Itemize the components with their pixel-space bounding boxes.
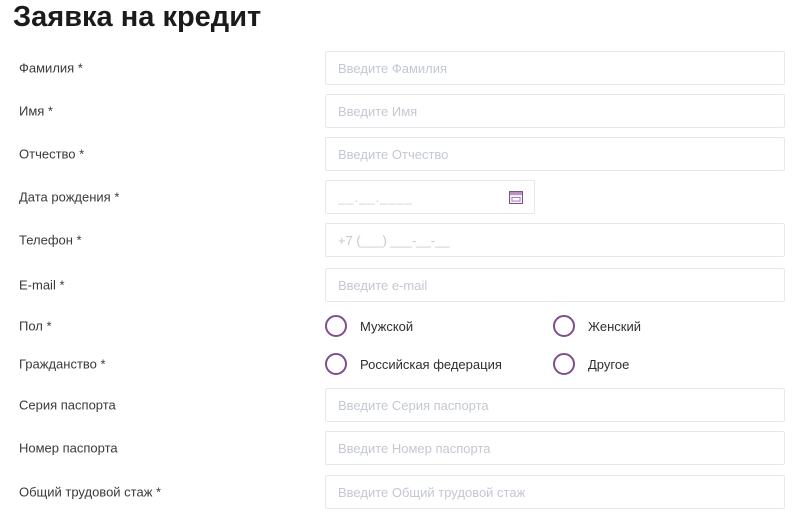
radio-unchecked-icon[interactable] — [553, 315, 575, 337]
passport-number-input[interactable] — [325, 431, 785, 465]
citizenship-russia-label: Российская федерация — [360, 356, 502, 372]
work-experience-input[interactable] — [325, 475, 785, 509]
surname-label: Фамилия * — [19, 60, 83, 76]
citizenship-label: Гражданство * — [19, 356, 106, 372]
patronymic-label: Отчество * — [19, 146, 85, 162]
radio-unchecked-icon[interactable] — [325, 315, 347, 337]
calendar-icon[interactable] — [509, 190, 523, 204]
gender-female-label: Женский — [588, 318, 641, 334]
gender-male-label: Мужской — [360, 318, 414, 334]
citizenship-russia-option[interactable]: Российская федерация — [325, 353, 502, 375]
passport-series-label: Серия паспорта — [19, 397, 116, 413]
radio-unchecked-icon[interactable] — [553, 353, 575, 375]
birthdate-label: Дата рождения * — [19, 189, 120, 205]
passport-series-input[interactable] — [325, 388, 785, 422]
form-row-citizenship: Гражданство * Российская федерация Друго… — [0, 353, 800, 375]
form-row-firstname: Имя * — [0, 94, 800, 128]
patronymic-input[interactable] — [325, 137, 785, 171]
citizenship-other-label: Другое — [588, 356, 630, 372]
firstname-input[interactable] — [325, 94, 785, 128]
phone-label: Телефон * — [19, 232, 82, 248]
passport-number-label: Номер паспорта — [19, 440, 118, 456]
credit-application-page: Заявка на кредит Фамилия * Имя * Отчеств… — [0, 0, 800, 514]
email-input[interactable] — [325, 268, 785, 302]
work-experience-label: Общий трудовой стаж * — [19, 484, 162, 500]
form-row-passport-number: Номер паспорта — [0, 431, 800, 465]
form-row-passport-series: Серия паспорта — [0, 388, 800, 422]
surname-input[interactable] — [325, 51, 785, 85]
form-row-phone: Телефон * — [0, 223, 800, 257]
form-row-email: E-mail * — [0, 268, 800, 302]
birthdate-field — [325, 180, 535, 214]
form-row-surname: Фамилия * — [0, 51, 800, 85]
form-row-gender: Пол * Мужской Женский — [0, 315, 800, 337]
birthdate-input[interactable] — [325, 180, 535, 214]
gender-label: Пол * — [19, 318, 52, 334]
form-row-birthdate: Дата рождения * — [0, 180, 800, 214]
page-title: Заявка на кредит — [13, 1, 262, 33]
form-row-patronymic: Отчество * — [0, 137, 800, 171]
gender-female-option[interactable]: Женский — [553, 315, 641, 337]
email-label: E-mail * — [19, 277, 65, 293]
radio-unchecked-icon[interactable] — [325, 353, 347, 375]
firstname-label: Имя * — [19, 103, 53, 119]
phone-input[interactable] — [325, 223, 785, 257]
citizenship-other-option[interactable]: Другое — [553, 353, 629, 375]
gender-male-option[interactable]: Мужской — [325, 315, 413, 337]
form-row-work-experience: Общий трудовой стаж * — [0, 475, 800, 509]
